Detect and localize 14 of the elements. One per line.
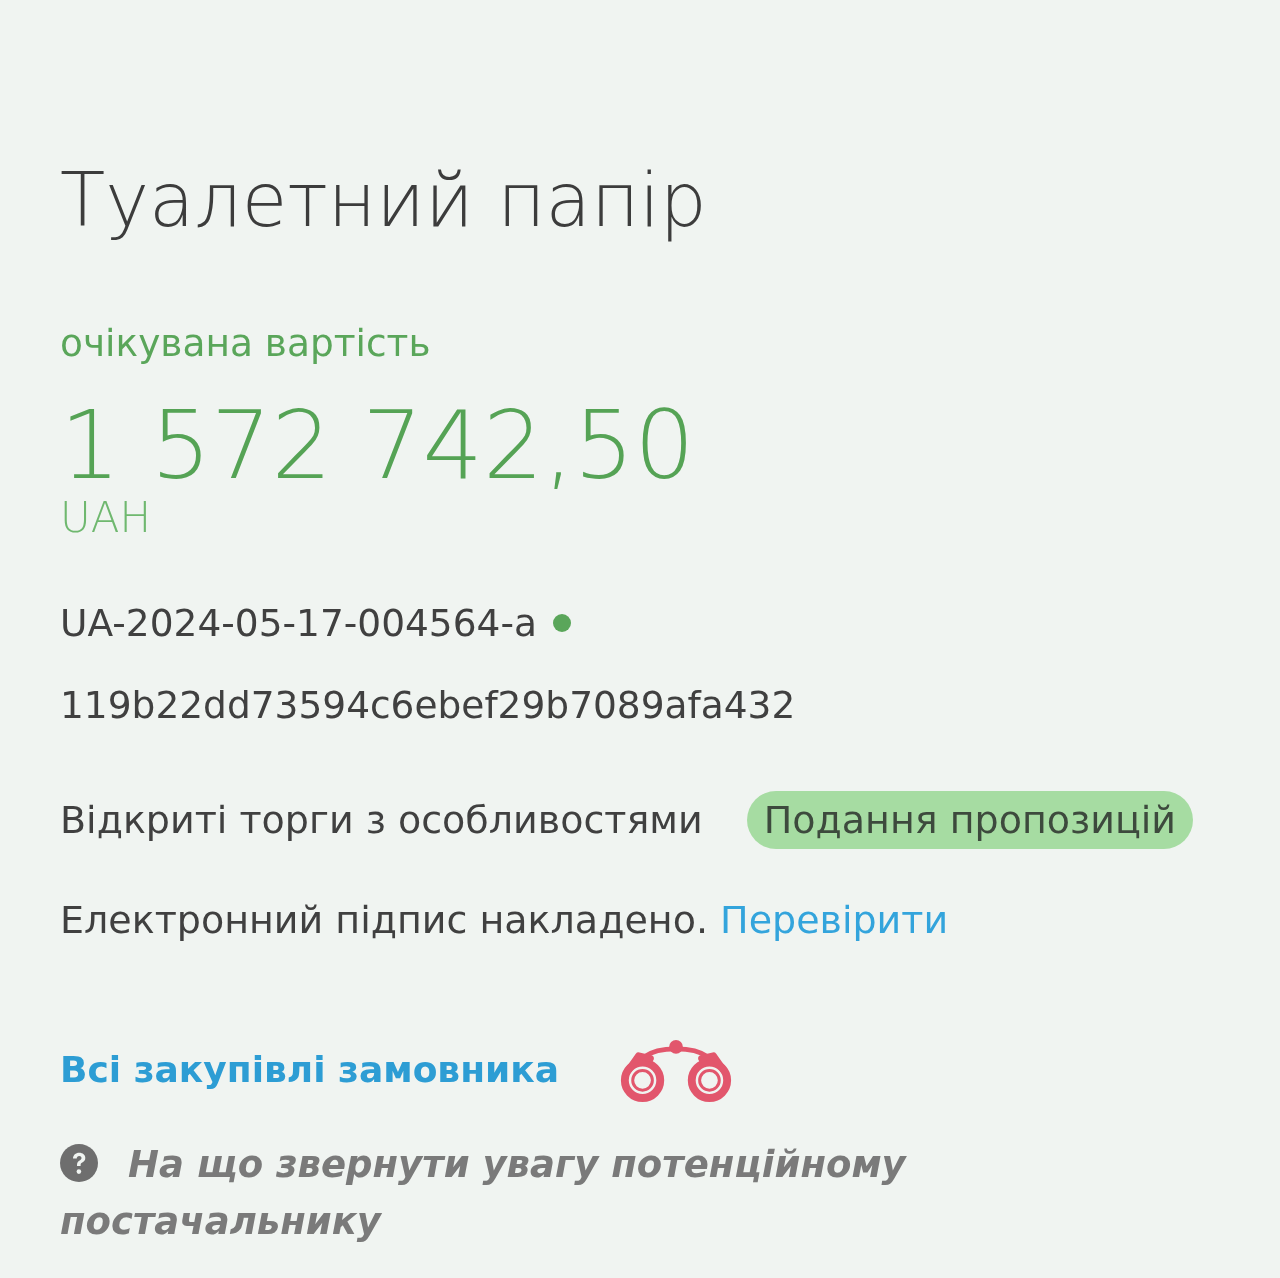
tender-id: UA-2024-05-17-004564-a [60,601,537,645]
status-dot-icon [552,614,571,632]
page-title: Туалетний папір [60,156,707,245]
tender-hash: 119b22dd73594c6ebef29b7089afa432 [60,682,796,729]
expected-value-amount: 1 572 742,50 [60,395,695,495]
buyer-procurements-link[interactable]: Всі закупівлі замовника [60,1045,559,1095]
signature-note: Електронний підпис накладено. Перевірити [60,897,949,944]
currency-label: UAH [60,495,152,541]
help-icon [60,1144,98,1182]
status-badge: Подання пропозицій [746,791,1194,849]
hint-link[interactable]: На що звернути увагу потенційному постачальнику [60,1136,960,1250]
procedure-type: Відкриті торги з особливостями [60,798,703,842]
expected-value-label: очікувана вартість [60,320,431,367]
verify-link[interactable]: Перевірити [720,898,949,942]
